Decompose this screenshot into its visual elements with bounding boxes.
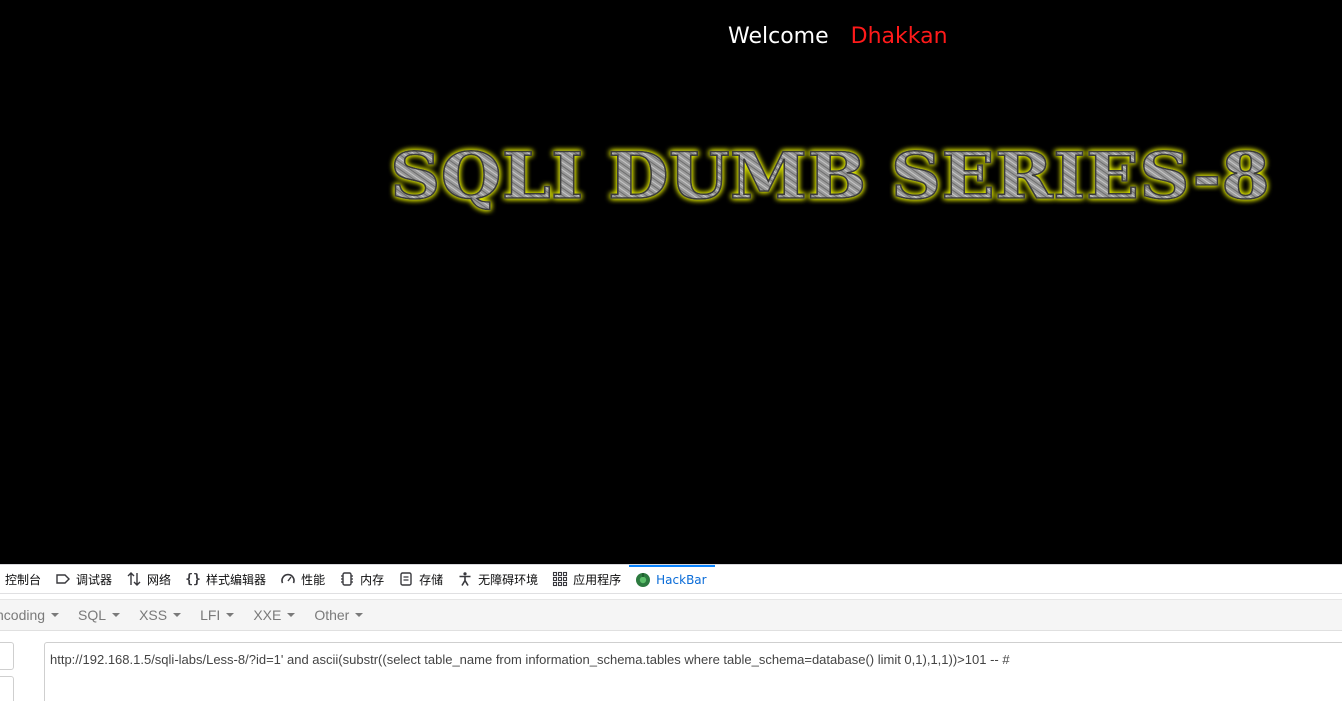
chevron-down-icon <box>51 613 60 617</box>
tab-accessibility[interactable]: 无障碍环境 <box>451 565 546 593</box>
menu-sql-label: SQL <box>78 607 107 623</box>
username-text: Dhakkan <box>850 24 948 49</box>
menu-sql[interactable]: SQL <box>78 607 121 623</box>
tab-debugger[interactable]: 调试器 <box>49 565 120 593</box>
tab-accessibility-label: 无障碍环境 <box>478 572 539 587</box>
memory-chip-icon <box>339 571 355 587</box>
tab-network-label: 网络 <box>147 572 172 587</box>
tab-performance-label: 性能 <box>301 572 326 587</box>
braces-icon: {} <box>185 571 201 587</box>
menu-encoding-label: ncoding <box>0 607 46 623</box>
welcome-line: Welcome Dhakkan <box>728 24 948 49</box>
network-arrows-icon <box>126 571 142 587</box>
tab-memory-label: 内存 <box>360 572 385 587</box>
tab-performance[interactable]: 性能 <box>274 565 333 593</box>
chevron-down-icon <box>112 613 121 617</box>
devtools-panel: 控制台 调试器 网络 {} 样式编辑器 性能 内存 存储 无障碍环境 应用程序 … <box>0 564 1342 701</box>
menu-encoding[interactable]: ncoding <box>0 607 60 623</box>
url-input[interactable]: http://192.168.1.5/sqli-labs/Less-8/?id=… <box>44 642 1342 701</box>
tab-console-label: 控制台 <box>5 572 42 587</box>
banner-title: SQLI DUMB SERIES-8 <box>390 139 1270 214</box>
menu-other[interactable]: Other <box>314 607 364 623</box>
menu-xss-label: XSS <box>139 607 168 623</box>
tab-application-label: 应用程序 <box>573 572 622 587</box>
menu-lfi-label: LFI <box>200 607 221 623</box>
debugger-icon <box>55 571 71 587</box>
tab-hackbar[interactable]: HackBar <box>629 565 715 593</box>
storage-icon <box>398 571 414 587</box>
chevron-down-icon <box>173 613 182 617</box>
chevron-down-icon <box>287 613 296 617</box>
accessibility-icon <box>457 571 473 587</box>
tab-style-editor[interactable]: {} 样式编辑器 <box>179 565 274 593</box>
grid-apps-icon <box>552 571 568 587</box>
page-viewport: Welcome Dhakkan SQLI DUMB SERIES-8 <box>0 0 1342 564</box>
tab-application[interactable]: 应用程序 <box>546 565 629 593</box>
tab-memory[interactable]: 内存 <box>333 565 392 593</box>
tab-style-editor-label: 样式编辑器 <box>206 572 267 587</box>
performance-gauge-icon <box>280 571 296 587</box>
load-url-button[interactable] <box>0 642 14 670</box>
chevron-down-icon <box>226 613 235 617</box>
menu-xss[interactable]: XSS <box>139 607 182 623</box>
tab-network[interactable]: 网络 <box>120 565 179 593</box>
hackbar-menubar: ncoding SQL XSS LFI XXE Other <box>0 599 1342 631</box>
tab-storage-label: 存储 <box>419 572 444 587</box>
menu-xxe[interactable]: XXE <box>253 607 296 623</box>
url-text: http://192.168.1.5/sqli-labs/Less-8/?id=… <box>50 652 1010 667</box>
menu-other-label: Other <box>314 607 350 623</box>
series-banner: SQLI DUMB SERIES-8 <box>380 136 1280 216</box>
menu-lfi[interactable]: LFI <box>200 607 235 623</box>
tab-console[interactable]: 控制台 <box>0 565 49 593</box>
tab-debugger-label: 调试器 <box>76 572 113 587</box>
tab-storage[interactable]: 存储 <box>392 565 451 593</box>
devtools-tabstrip: 控制台 调试器 网络 {} 样式编辑器 性能 内存 存储 无障碍环境 应用程序 … <box>0 565 1342 594</box>
split-url-button[interactable] <box>0 676 14 701</box>
menu-xxe-label: XXE <box>253 607 282 623</box>
hackbar-icon <box>635 572 651 588</box>
chevron-down-icon <box>355 613 364 617</box>
tab-hackbar-label: HackBar <box>656 573 707 587</box>
welcome-text: Welcome <box>728 24 829 49</box>
